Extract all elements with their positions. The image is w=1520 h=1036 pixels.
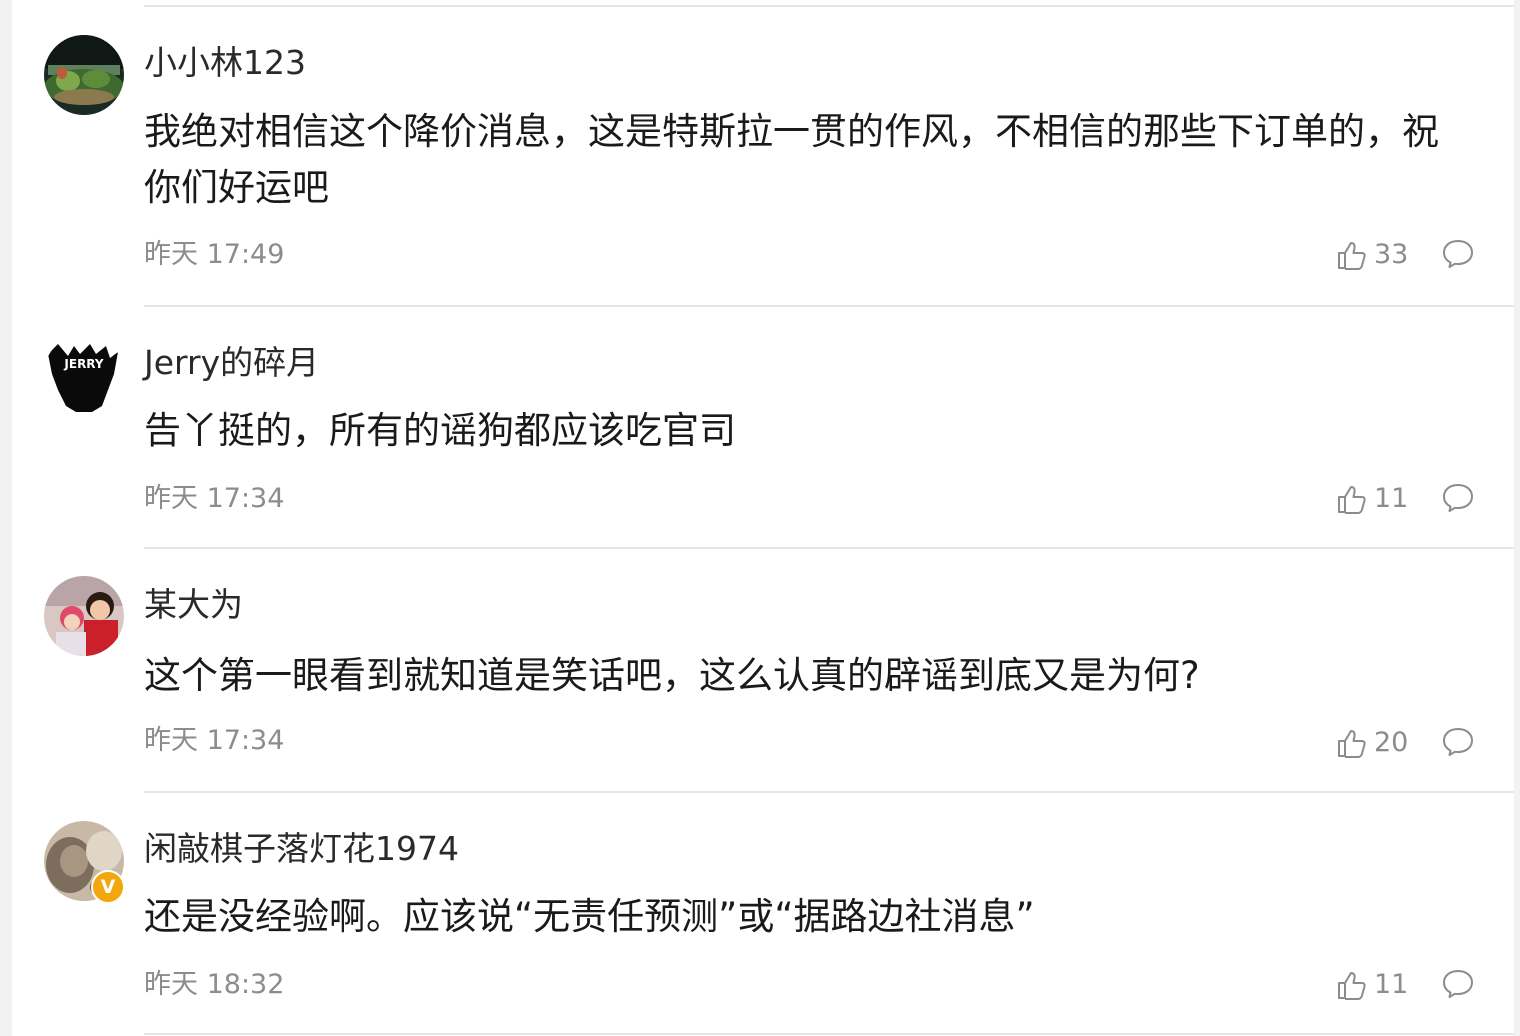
like-button[interactable]: 33 xyxy=(1336,238,1408,272)
timestamp: 昨天 18:32 xyxy=(144,969,285,1000)
avatar-aquarium-photo xyxy=(44,35,124,115)
like-count: 20 xyxy=(1374,727,1409,758)
comment-item: 小小林123 我绝对相信这个降价消息，这是特斯拉一贯的作风，不相信的那些下订单的… xyxy=(0,0,1514,306)
reply-button[interactable] xyxy=(1441,481,1475,515)
thumbs-up-icon xyxy=(1338,972,1366,1000)
comment-list-page: 小小林123 我绝对相信这个降价消息，这是特斯拉一贯的作风，不相信的那些下订单的… xyxy=(0,0,1520,1036)
user-avatar[interactable] xyxy=(44,576,124,656)
comment-bubble-icon xyxy=(1443,484,1473,512)
like-button[interactable]: 11 xyxy=(1336,968,1408,1002)
thumbs-up-icon xyxy=(1338,242,1366,270)
like-button[interactable]: 20 xyxy=(1336,726,1408,760)
comment-item: V 闲敲棋子落灯花1974 还是没经验啊。应该说“无责任预测”或“据路边社消息”… xyxy=(0,792,1514,1036)
avatar-jerry-silhouette: JERRY xyxy=(44,334,124,414)
comment-bubble-icon xyxy=(1443,240,1473,268)
timestamp: 昨天 17:34 xyxy=(144,483,285,514)
comment-bubble-icon xyxy=(1443,970,1473,998)
verified-badge-icon: V xyxy=(91,870,125,904)
avatar-family-photo xyxy=(44,576,124,656)
comment-bubble-icon xyxy=(1443,728,1473,756)
comment-item: JERRY Jerry的碎月 告丫挺的，所有的谣狗都应该吃官司 昨天 17:34… xyxy=(0,306,1514,548)
comment-text: 我绝对相信这个降价消息，这是特斯拉一贯的作风，不相信的那些下订单的，祝你们好运吧 xyxy=(144,110,1439,209)
comment-item: 某大为 这个第一眼看到就知道是笑话吧，这么认真的辟谣到底又是为何? 昨天 17:… xyxy=(0,548,1514,792)
comment-text: 还是没经验啊。应该说“无责任预测”或“据路边社消息” xyxy=(144,895,1035,938)
reply-button[interactable] xyxy=(1441,237,1475,271)
reply-button[interactable] xyxy=(1441,967,1475,1001)
username[interactable]: Jerry的碎月 xyxy=(144,343,319,383)
timestamp: 昨天 17:34 xyxy=(144,725,285,756)
comment-text: 这个第一眼看到就知道是笑话吧，这么认真的辟谣到底又是为何? xyxy=(144,654,1200,697)
username[interactable]: 闲敲棋子落灯花1974 xyxy=(144,829,459,869)
right-margin xyxy=(1514,0,1520,1036)
username[interactable]: 某大为 xyxy=(144,585,243,625)
user-avatar[interactable]: JERRY xyxy=(44,334,124,414)
username[interactable]: 小小林123 xyxy=(144,43,306,83)
thumbs-up-icon xyxy=(1338,730,1366,758)
like-count: 11 xyxy=(1374,969,1409,1000)
like-button[interactable]: 11 xyxy=(1336,482,1408,516)
like-count: 11 xyxy=(1374,483,1409,514)
reply-button[interactable] xyxy=(1441,725,1475,759)
timestamp: 昨天 17:49 xyxy=(144,239,285,270)
avatar-lettering: JERRY xyxy=(63,357,103,371)
comment-text: 告丫挺的，所有的谣狗都应该吃官司 xyxy=(144,409,736,452)
thumbs-up-icon xyxy=(1338,486,1366,514)
user-avatar[interactable] xyxy=(44,35,124,115)
like-count: 33 xyxy=(1374,239,1409,270)
divider xyxy=(144,1033,1514,1035)
